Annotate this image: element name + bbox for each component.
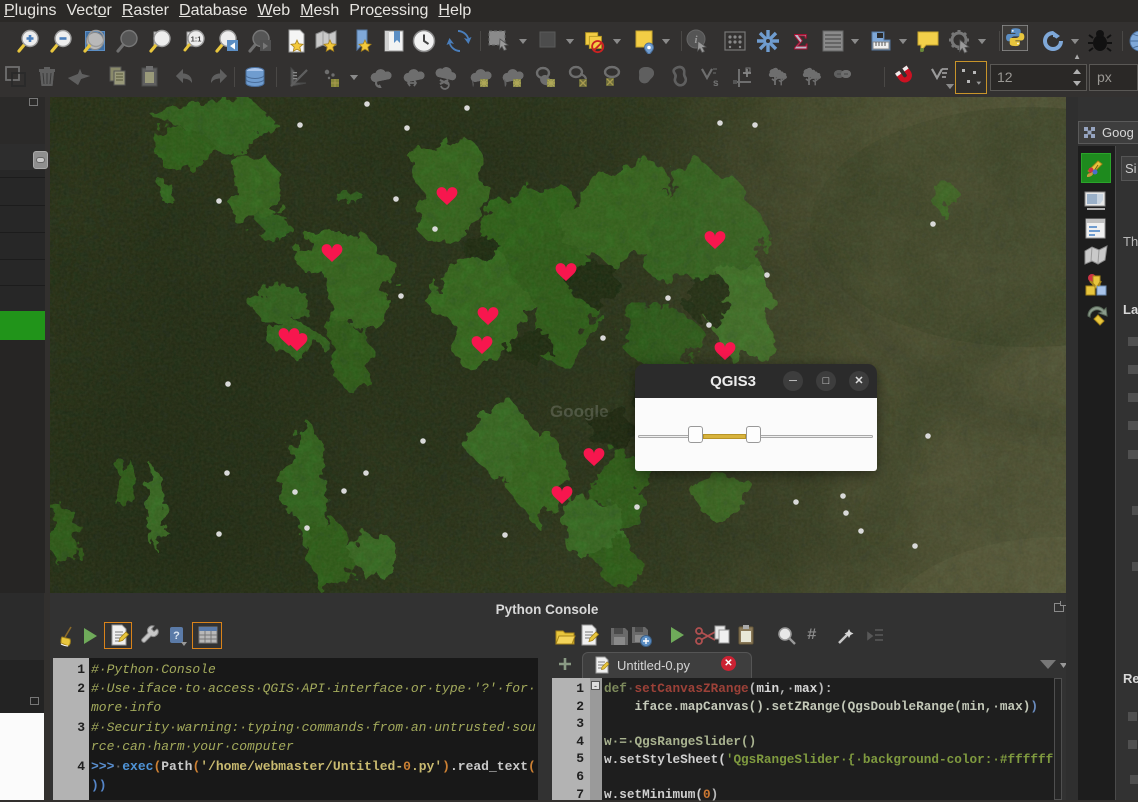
svg-text:Σ: Σ <box>794 29 808 54</box>
svg-text:1:1: 1:1 <box>191 35 202 44</box>
svg-text:?: ? <box>173 630 180 642</box>
svg-text:Google: Google <box>550 402 609 421</box>
svg-text:s: s <box>713 78 719 89</box>
